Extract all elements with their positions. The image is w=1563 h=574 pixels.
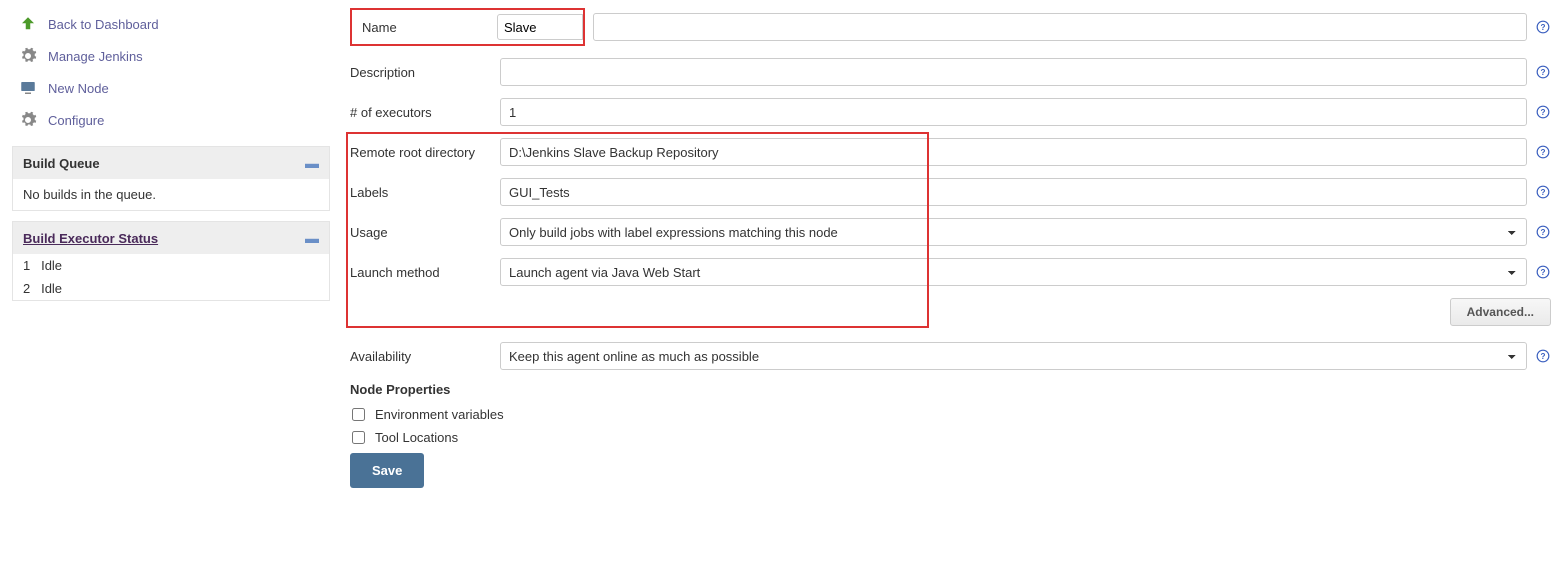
build-queue-body: No builds in the queue. (13, 179, 329, 210)
build-executor-header: Build Executor Status ▬ (13, 222, 329, 254)
remote-root-input[interactable] (500, 138, 1527, 166)
sidebar-link-label: Back to Dashboard (48, 17, 159, 32)
name-label: Name (352, 20, 497, 35)
build-executor-panel: Build Executor Status ▬ 1 Idle 2 Idle (12, 221, 330, 301)
back-to-dashboard-link[interactable]: Back to Dashboard (8, 8, 340, 40)
up-arrow-icon (18, 14, 38, 34)
usage-row: Usage Only build jobs with label express… (350, 218, 1551, 246)
build-queue-empty-text: No builds in the queue. (23, 187, 156, 202)
svg-text:?: ? (1541, 188, 1546, 197)
gear-icon (18, 46, 38, 66)
description-label: Description (350, 65, 500, 80)
remote-root-label: Remote root directory (350, 145, 500, 160)
help-icon[interactable]: ? (1535, 224, 1551, 240)
launch-method-row: Launch method Launch agent via Java Web … (350, 258, 1551, 286)
executor-row: 1 Idle (13, 254, 329, 277)
help-icon[interactable]: ? (1535, 348, 1551, 364)
sidebar: Back to Dashboard Manage Jenkins New Nod… (0, 0, 340, 518)
launch-method-label: Launch method (350, 265, 500, 280)
advanced-row: Advanced... (350, 298, 1551, 326)
node-properties-title: Node Properties (350, 382, 1551, 397)
remote-root-row: Remote root directory ? (350, 138, 1551, 166)
sidebar-link-label: Configure (48, 113, 104, 128)
build-queue-title: Build Queue (23, 156, 100, 171)
svg-text:?: ? (1541, 352, 1546, 361)
executor-num: 2 (23, 281, 30, 296)
labels-input[interactable] (500, 178, 1527, 206)
name-highlight-box: Name (350, 8, 585, 46)
executors-row: # of executors ? (350, 98, 1551, 126)
executors-input[interactable] (500, 98, 1527, 126)
help-icon[interactable]: ? (1535, 144, 1551, 160)
new-node-link[interactable]: New Node (8, 72, 340, 104)
help-icon[interactable]: ? (1535, 264, 1551, 280)
executors-label: # of executors (350, 105, 500, 120)
env-vars-checkbox[interactable] (352, 408, 365, 421)
save-button[interactable]: Save (350, 453, 424, 488)
help-icon[interactable]: ? (1535, 104, 1551, 120)
name-input[interactable] (497, 14, 583, 40)
name-input-extension[interactable] (593, 13, 1527, 41)
build-executor-title-link[interactable]: Build Executor Status (23, 231, 158, 246)
computer-icon (18, 78, 38, 98)
gear-icon (18, 110, 38, 130)
help-icon[interactable]: ? (1535, 64, 1551, 80)
collapse-icon[interactable]: ▬ (305, 155, 319, 171)
help-icon[interactable]: ? (1535, 19, 1551, 35)
build-queue-header: Build Queue ▬ (13, 147, 329, 179)
sidebar-link-label: Manage Jenkins (48, 49, 143, 64)
labels-row: Labels ? (350, 178, 1551, 206)
tool-locations-label: Tool Locations (375, 430, 458, 445)
usage-label: Usage (350, 225, 500, 240)
launch-method-select[interactable]: Launch agent via Java Web Start (500, 258, 1527, 286)
help-icon[interactable]: ? (1535, 184, 1551, 200)
collapse-icon[interactable]: ▬ (305, 230, 319, 246)
tool-locations-row: Tool Locations (350, 430, 1551, 445)
manage-jenkins-link[interactable]: Manage Jenkins (8, 40, 340, 72)
sidebar-link-label: New Node (48, 81, 109, 96)
svg-text:?: ? (1541, 108, 1546, 117)
availability-row: Availability Keep this agent online as m… (350, 342, 1551, 370)
usage-select[interactable]: Only build jobs with label expressions m… (500, 218, 1527, 246)
configure-link[interactable]: Configure (8, 104, 340, 136)
build-queue-panel: Build Queue ▬ No builds in the queue. (12, 146, 330, 211)
description-input[interactable] (500, 58, 1527, 86)
executor-row: 2 Idle (13, 277, 329, 300)
svg-text:?: ? (1541, 228, 1546, 237)
executor-num: 1 (23, 258, 30, 273)
env-vars-row: Environment variables (350, 407, 1551, 422)
description-row: Description ? (350, 58, 1551, 86)
executor-state: Idle (41, 258, 62, 273)
svg-text:?: ? (1541, 23, 1546, 32)
executor-state: Idle (41, 281, 62, 296)
advanced-button[interactable]: Advanced... (1450, 298, 1551, 326)
svg-text:?: ? (1541, 68, 1546, 77)
svg-text:?: ? (1541, 148, 1546, 157)
name-row: Name ? (350, 8, 1551, 46)
tool-locations-checkbox[interactable] (352, 431, 365, 444)
svg-text:?: ? (1541, 268, 1546, 277)
main-form: Name ? Description ? # of executors ? (340, 0, 1563, 518)
availability-label: Availability (350, 349, 500, 364)
labels-label: Labels (350, 185, 500, 200)
env-vars-label: Environment variables (375, 407, 504, 422)
availability-select[interactable]: Keep this agent online as much as possib… (500, 342, 1527, 370)
